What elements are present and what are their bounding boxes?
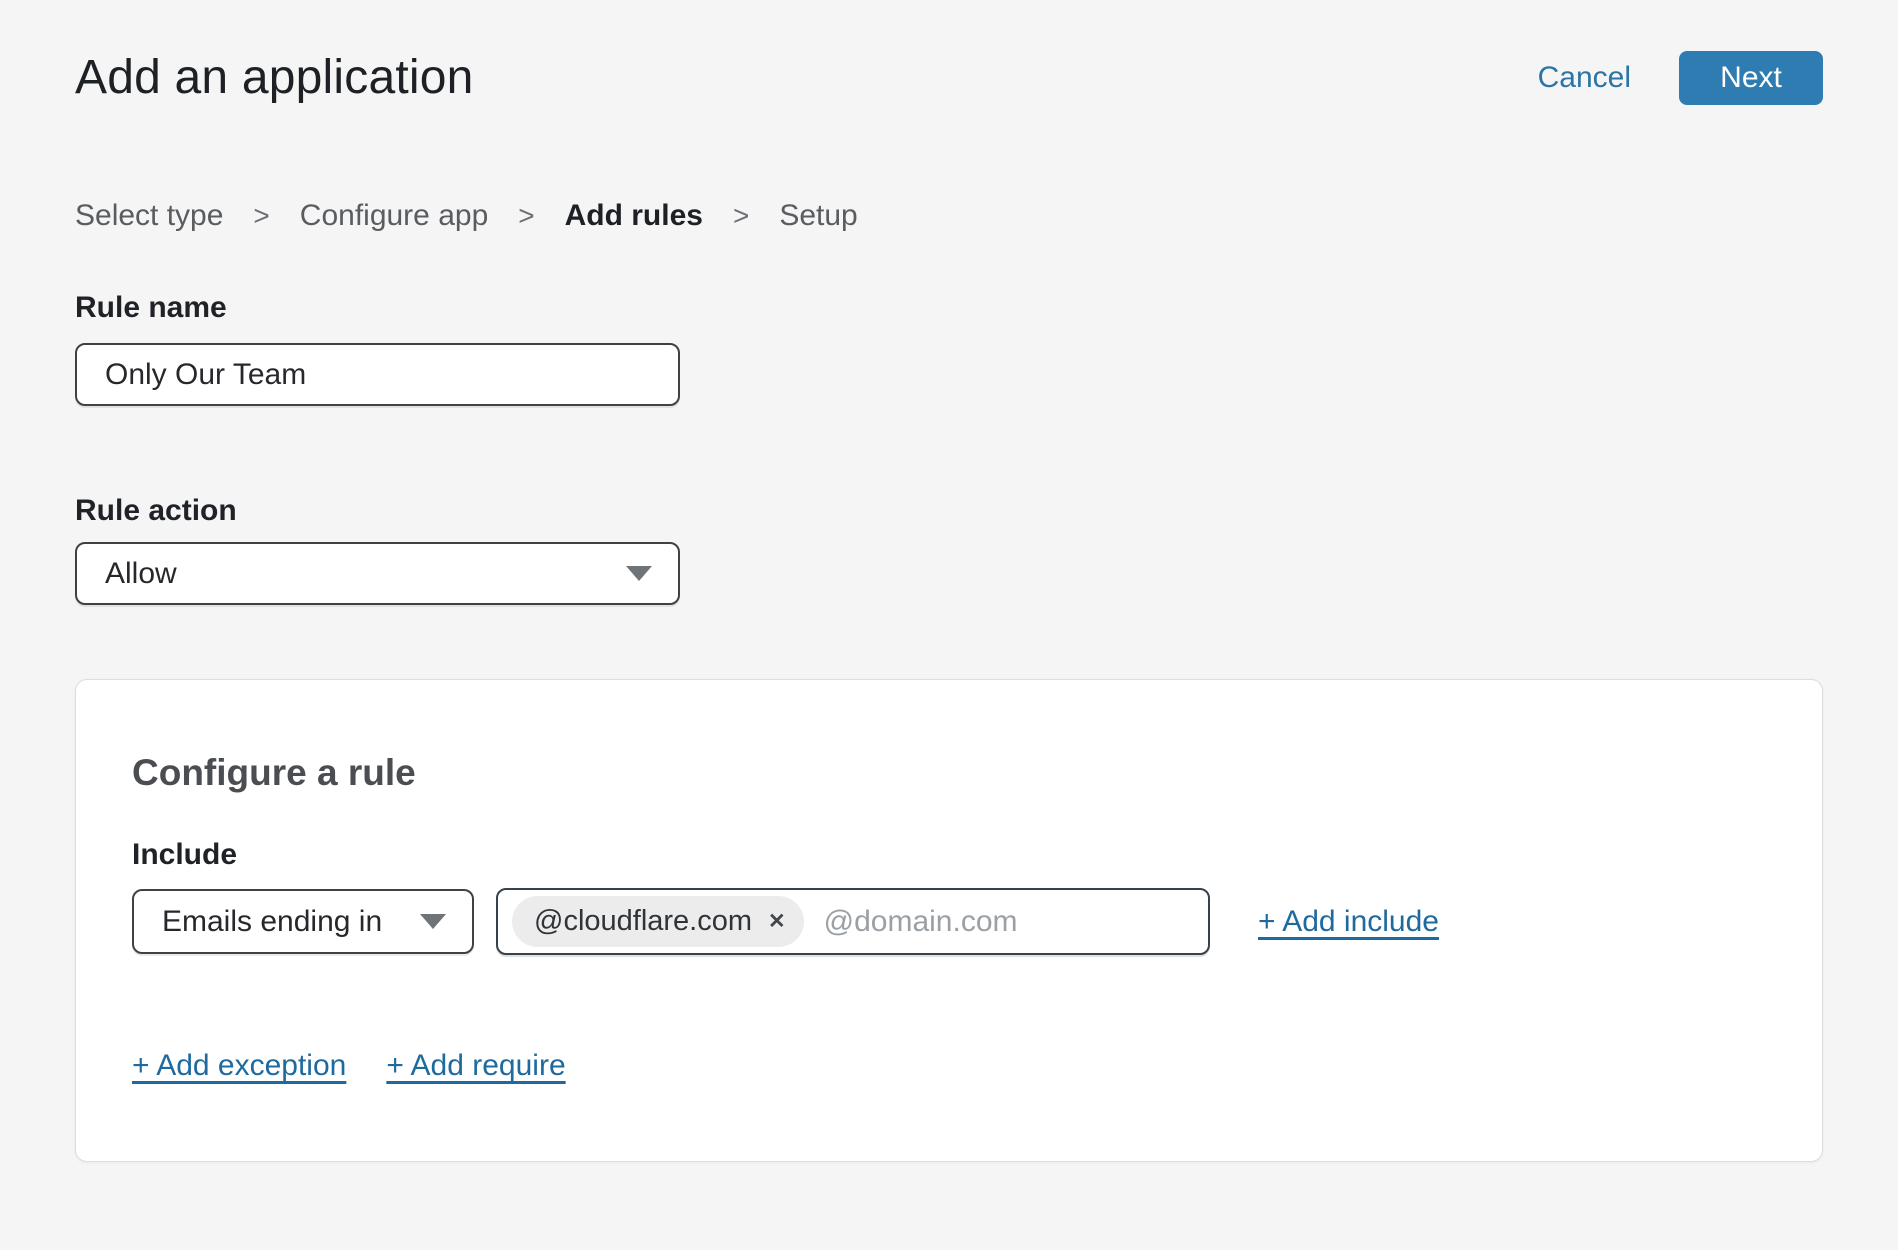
caret-down-icon (420, 914, 446, 929)
add-exception-link[interactable]: + Add exception (132, 1049, 346, 1083)
breadcrumb-separator-icon: > (733, 200, 749, 232)
add-require-link[interactable]: + Add require (386, 1049, 565, 1083)
breadcrumb-separator-icon: > (253, 200, 269, 232)
breadcrumb: Select type > Configure app > Add rules … (75, 199, 1823, 233)
topbar: Add an application Cancel Next (75, 50, 1823, 105)
rule-name-label: Rule name (75, 291, 1823, 325)
tag-text: @cloudflare.com (534, 905, 752, 938)
add-include-link[interactable]: + Add include (1258, 905, 1439, 939)
include-value-tag-input[interactable]: @cloudflare.com ✕ (496, 888, 1210, 955)
breadcrumb-step-select-type[interactable]: Select type (75, 199, 223, 233)
breadcrumb-step-setup[interactable]: Setup (779, 199, 857, 233)
include-selector-select[interactable]: Emails ending in (132, 889, 474, 954)
include-label: Include (132, 838, 1766, 872)
include-rule-row: Emails ending in @cloudflare.com ✕ + Add… (132, 888, 1766, 955)
page-title: Add an application (75, 50, 474, 105)
domain-entry-input[interactable] (824, 905, 1190, 939)
rule-name-input[interactable] (75, 343, 680, 406)
configure-rule-card: Configure a rule Include Emails ending i… (75, 679, 1823, 1162)
email-domain-tag: @cloudflare.com ✕ (512, 896, 804, 947)
rule-action-selected-value: Allow (105, 557, 177, 591)
cancel-button[interactable]: Cancel (1538, 61, 1631, 95)
breadcrumb-separator-icon: > (518, 200, 534, 232)
breadcrumb-step-add-rules: Add rules (565, 199, 703, 233)
breadcrumb-step-configure-app[interactable]: Configure app (300, 199, 488, 233)
rule-extra-links: + Add exception + Add require (132, 1049, 1766, 1083)
add-application-page: Add an application Cancel Next Select ty… (0, 50, 1898, 1162)
next-button[interactable]: Next (1679, 51, 1823, 105)
rule-action-select[interactable]: Allow (75, 542, 680, 605)
remove-tag-icon[interactable]: ✕ (768, 911, 786, 932)
include-selector-value: Emails ending in (162, 905, 382, 939)
header-actions: Cancel Next (1538, 51, 1823, 105)
rule-action-label: Rule action (75, 494, 1823, 528)
card-title: Configure a rule (132, 752, 1766, 794)
caret-down-icon (626, 566, 652, 581)
